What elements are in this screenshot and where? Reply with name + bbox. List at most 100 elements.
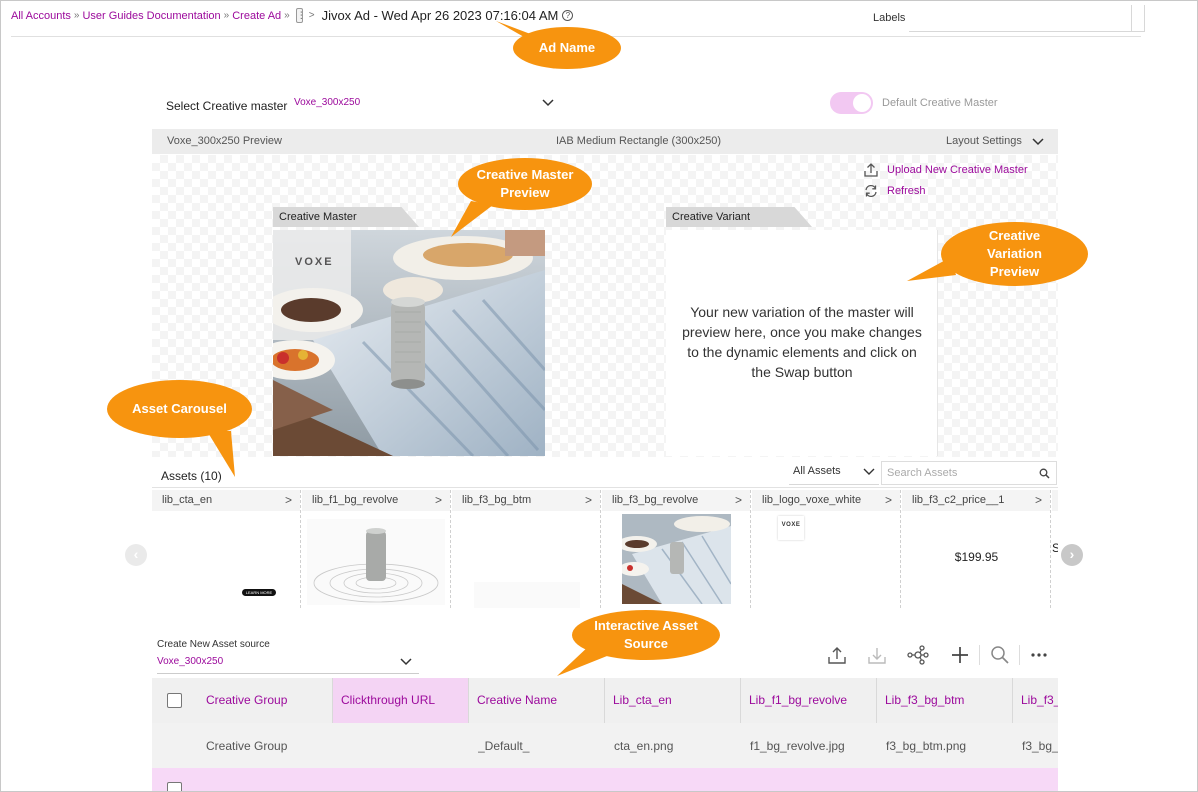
asset-thumbnail: $199.95 xyxy=(902,511,1050,608)
callout-ad-name: Ad Name xyxy=(513,27,621,69)
select-creative-master-label: Select Creative master xyxy=(166,99,288,113)
creative-master-select[interactable]: Voxe_300x250 xyxy=(294,97,360,108)
upload-label: Upload New Creative Master xyxy=(887,164,1028,176)
refresh-label: Refresh xyxy=(887,185,926,197)
toolbar-divider xyxy=(1019,645,1020,665)
chevron-down-icon[interactable] xyxy=(541,98,555,108)
create-asset-source-label: Create New Asset source xyxy=(157,639,270,650)
default-creative-master-label: Default Creative Master xyxy=(882,97,998,109)
asset-thumbnail: LEARN MORE xyxy=(152,511,300,608)
table-cell: f1_bg_revolve.jpg xyxy=(750,739,845,753)
chevron-down-icon[interactable] xyxy=(1031,137,1045,147)
asset-name: lib_f3_bg_btm xyxy=(452,490,600,511)
refresh-link[interactable]: Refresh xyxy=(863,184,926,198)
asset-card[interactable]: lib_cta_en LEARN MORE xyxy=(152,490,301,608)
speaker-ripple-illustration xyxy=(307,519,445,605)
more-options-icon[interactable] xyxy=(1027,643,1051,667)
download-icon[interactable] xyxy=(865,643,889,667)
upload-icon[interactable] xyxy=(825,643,849,667)
column-header[interactable]: Lib_f1_bg_revolve xyxy=(741,678,877,723)
carousel-next-icon[interactable]: › xyxy=(1061,544,1083,566)
asset-card[interactable]: lib_f3_bg_revolve xyxy=(602,490,751,608)
column-header[interactable]: Lib_f3_ xyxy=(1013,678,1058,723)
carousel-prev-icon[interactable]: ‹ xyxy=(125,544,147,566)
asset-card[interactable]: lib_f1_bg_revolve xyxy=(302,490,451,608)
logo-thumbnail-text: VOXE xyxy=(778,516,804,540)
table-header-row: Creative Group Clickthrough URL Creative… xyxy=(152,678,1058,723)
asset-filter-select[interactable]: All Assets xyxy=(789,461,879,485)
breadcrumb-create-ad[interactable]: Create Ad xyxy=(232,10,281,22)
table-cell: _Default_ xyxy=(478,739,530,753)
labels-input[interactable] xyxy=(909,5,1145,32)
table-cell: Creative Group xyxy=(206,739,288,753)
breadcrumb: All Accounts » User Guides Documentation… xyxy=(11,8,574,23)
preview-title: Voxe_300x250 Preview xyxy=(167,135,282,147)
row-checkbox[interactable] xyxy=(167,782,182,791)
asset-source-value: Voxe_300x250 xyxy=(157,656,224,667)
breadcrumb-all-accounts[interactable]: All Accounts xyxy=(11,10,71,22)
search-assets-input[interactable]: Search Assets xyxy=(881,461,1057,485)
table-cell xyxy=(341,723,469,768)
column-header[interactable]: Creative Name xyxy=(469,678,605,723)
creative-master-preview-image[interactable]: VOXE xyxy=(273,230,545,456)
partial-thumbnail-text: S xyxy=(1052,541,1058,555)
variant-placeholder-message: Your new variation of the master will pr… xyxy=(682,304,922,380)
layout-settings-button[interactable]: Layout Settings xyxy=(946,135,1022,147)
callout-interactive-asset-source: Interactive Asset Source xyxy=(572,610,720,660)
table-cell: cta_en.png xyxy=(614,739,674,753)
network-icon[interactable] xyxy=(906,643,930,667)
asset-name: lib_f1_bg_revolve xyxy=(302,490,450,511)
asset-carousel: lib_cta_en LEARN MORE lib_f1_bg_revolve xyxy=(152,490,1058,608)
help-icon[interactable]: ? xyxy=(562,10,574,21)
search-icon[interactable] xyxy=(1039,468,1050,479)
asset-source-table: Creative Group Clickthrough URL Creative… xyxy=(152,678,1058,791)
breadcrumb-separator: » xyxy=(73,10,80,21)
asset-card[interactable]: S xyxy=(1052,490,1058,608)
asset-card[interactable]: lib_f3_c2_price__1 $199.95 xyxy=(902,490,1051,608)
asset-card[interactable]: lib_f3_bg_btm xyxy=(452,490,601,608)
brand-logo-text: VOXE xyxy=(295,256,334,268)
breadcrumb-user-guides[interactable]: User Guides Documentation xyxy=(82,10,220,22)
add-icon[interactable] xyxy=(948,643,972,667)
upload-icon xyxy=(864,163,878,177)
upload-new-creative-master-link[interactable]: Upload New Creative Master xyxy=(863,162,1028,178)
asset-name xyxy=(1052,490,1058,511)
search-icon[interactable] xyxy=(988,643,1012,667)
asset-thumbnail: S xyxy=(1052,511,1058,608)
preview-size: IAB Medium Rectangle (300x250) xyxy=(556,135,722,147)
asset-name: lib_f3_bg_revolve xyxy=(602,490,750,511)
creative-variant-preview: Your new variation of the master will pr… xyxy=(666,230,938,456)
callout-creative-variation-preview: Creative Variation Preview xyxy=(941,222,1088,286)
table-row[interactable]: Creative Group _Default_ cta_en.png f1_b… xyxy=(152,723,1058,768)
table-cell: f3_bg_ xyxy=(1022,739,1058,753)
asset-name: lib_f3_c2_price__1 xyxy=(902,490,1050,511)
more-crumbs-icon[interactable]: ⋮ xyxy=(295,8,306,23)
asset-card[interactable]: lib_logo_voxe_white VOXE xyxy=(752,490,901,608)
refresh-icon xyxy=(865,184,877,198)
callout-asset-carousel: Asset Carousel xyxy=(107,380,252,438)
thumbnail-bottom-bg xyxy=(474,582,580,608)
search-assets-placeholder: Search Assets xyxy=(887,467,958,479)
creative-master-tab: Creative Master xyxy=(273,207,419,227)
table-row[interactable] xyxy=(152,768,1058,791)
chevron-down-icon xyxy=(863,468,875,475)
column-header[interactable]: Clickthrough URL xyxy=(333,678,469,723)
column-header[interactable]: Creative Group xyxy=(198,678,333,723)
asset-source-select[interactable]: Voxe_300x250 xyxy=(157,656,419,674)
asset-thumbnail xyxy=(452,511,600,608)
column-header[interactable]: Lib_f3_bg_btm xyxy=(877,678,1013,723)
asset-thumbnail xyxy=(302,511,450,608)
price-thumbnail-text: $199.95 xyxy=(954,550,999,564)
select-all-cell xyxy=(152,678,198,723)
column-header[interactable]: Lib_cta_en xyxy=(605,678,741,723)
breadcrumb-separator: > xyxy=(308,10,315,21)
table-cell: f3_bg_btm.png xyxy=(886,739,967,753)
toggle-knob xyxy=(853,94,871,112)
labels-label: Labels xyxy=(873,12,906,24)
app-window: All Accounts » User Guides Documentation… xyxy=(0,0,1198,792)
callout-creative-master-preview: Creative Master Preview xyxy=(458,158,592,210)
revolve-thumbnail-illustration xyxy=(622,514,731,604)
default-creative-master-toggle[interactable] xyxy=(830,92,873,114)
select-all-checkbox[interactable] xyxy=(167,693,182,708)
breadcrumb-separator: » xyxy=(223,10,230,21)
